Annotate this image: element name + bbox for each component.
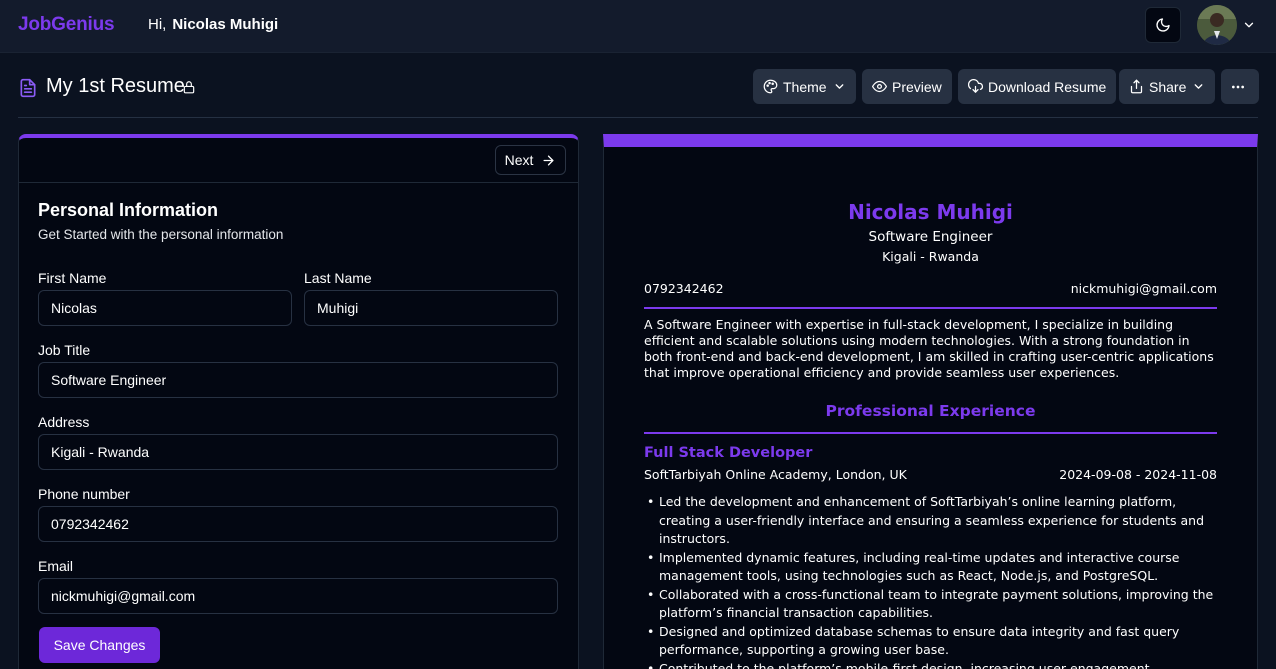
- share-icon: [1130, 79, 1143, 94]
- resume-preview: Nicolas Muhigi Software Engineer Kigali …: [603, 134, 1258, 669]
- job-title-input[interactable]: Software Engineer: [38, 362, 558, 398]
- first-name-input[interactable]: Nicolas: [38, 290, 292, 326]
- first-name-label: First Name: [38, 270, 107, 286]
- more-options-button[interactable]: [1221, 69, 1259, 104]
- last-name-label: Last Name: [304, 270, 372, 286]
- preview-divider: [644, 432, 1217, 434]
- form-toolbar: Next: [19, 138, 578, 183]
- next-button-label: Next: [504, 152, 534, 168]
- palette-icon: [763, 79, 778, 94]
- phone-input[interactable]: 0792342462: [38, 506, 558, 542]
- next-button[interactable]: Next: [495, 145, 566, 175]
- preview-button-label: Preview: [892, 78, 942, 95]
- experience-bullets: Led the development and enhancement of S…: [644, 493, 1217, 669]
- greeting-text: Hi,: [148, 16, 167, 33]
- phone-label: Phone number: [38, 486, 130, 502]
- share-button-label: Share: [1149, 78, 1187, 95]
- lock-icon[interactable]: [182, 79, 196, 95]
- address-input[interactable]: Kigali - Rwanda: [38, 434, 558, 470]
- personal-info-form: Next Personal Information Get Started wi…: [18, 134, 579, 669]
- theme-toggle-button[interactable]: [1145, 7, 1181, 43]
- resume-title[interactable]: My 1st Resume: [46, 75, 185, 98]
- preview-summary: A Software Engineer with expertise in fu…: [644, 317, 1214, 380]
- preview-experience-heading: Professional Experience: [825, 402, 1036, 420]
- experience-company: SoftTarbiyah Online Academy, London, UK: [644, 467, 907, 482]
- brand-logo[interactable]: JobGenius: [18, 14, 115, 36]
- chevron-down-icon[interactable]: [1242, 18, 1256, 32]
- chevron-down-icon: [1194, 84, 1203, 89]
- preview-email: nickmuhigi@gmail.com: [1070, 281, 1217, 296]
- cloud-download-icon: [968, 79, 983, 93]
- arrow-right-icon: [543, 155, 554, 165]
- top-navbar: JobGenius Hi, Nicolas Muhigi: [0, 0, 1276, 53]
- resume-header: My 1st Resume Theme Preview Download Res…: [18, 68, 1259, 118]
- list-item: Contributed to the platform’s mobile-fir…: [644, 660, 1217, 669]
- theme-button[interactable]: Theme: [753, 69, 856, 104]
- document-icon: [20, 78, 36, 98]
- job-title-label: Job Title: [38, 342, 91, 358]
- preview-job-title: Software Engineer: [868, 229, 993, 245]
- greeting-user-name: Nicolas Muhigi: [172, 16, 279, 33]
- section-title: Personal Information: [38, 200, 219, 220]
- user-greeting: Hi, Nicolas Muhigi: [148, 16, 278, 33]
- last-name-input[interactable]: Muhigi: [304, 290, 558, 326]
- experience-role: Full Stack Developer: [644, 445, 813, 461]
- section-subtitle: Get Started with the personal informatio…: [38, 227, 284, 242]
- more-horizontal-icon: [1231, 85, 1244, 88]
- save-changes-button[interactable]: Save Changes: [39, 627, 160, 663]
- list-item: Led the development and enhancement of S…: [644, 493, 1217, 549]
- preview-button[interactable]: Preview: [862, 69, 952, 104]
- preview-name: Nicolas Muhigi: [848, 200, 1013, 224]
- download-resume-button[interactable]: Download Resume: [958, 69, 1117, 104]
- preview-phone: 0792342462: [644, 281, 724, 296]
- preview-divider: [644, 307, 1217, 309]
- email-label: Email: [38, 558, 74, 574]
- list-item: Collaborated with a cross-functional tea…: [644, 586, 1217, 623]
- list-item: Designed and optimized database schemas …: [644, 623, 1217, 660]
- experience-dates: 2024-09-08 - 2024-11-08: [1059, 467, 1217, 482]
- moon-icon: [1156, 18, 1170, 32]
- list-item: Implemented dynamic features, including …: [644, 549, 1217, 586]
- email-input[interactable]: nickmuhigi@gmail.com: [38, 578, 558, 614]
- user-avatar[interactable]: [1197, 5, 1237, 45]
- chevron-down-icon: [835, 84, 843, 89]
- preview-address: Kigali - Rwanda: [882, 249, 979, 264]
- share-button[interactable]: Share: [1119, 69, 1216, 104]
- download-button-label: Download Resume: [988, 78, 1107, 95]
- eye-icon: [872, 80, 887, 93]
- theme-button-label: Theme: [783, 78, 827, 95]
- address-label: Address: [38, 414, 90, 430]
